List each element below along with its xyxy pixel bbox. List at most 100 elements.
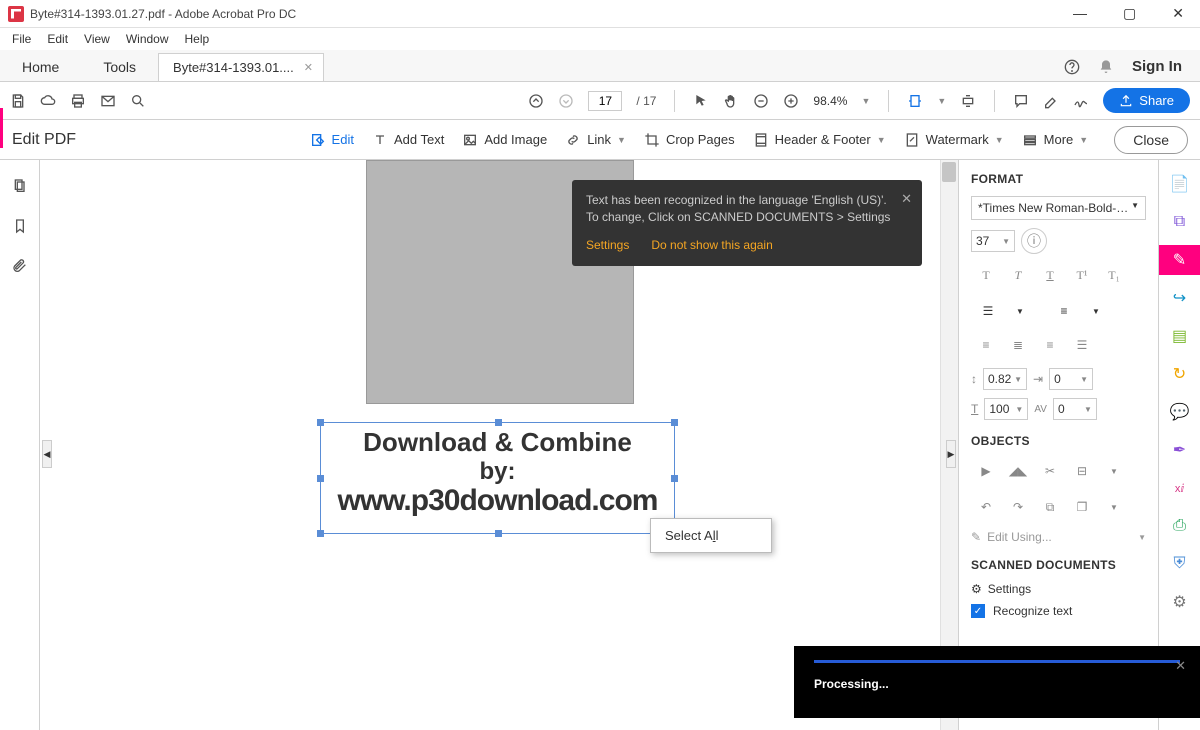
recognize-text-checkbox[interactable]: ✓ Recognize text: [971, 604, 1146, 618]
resize-handle[interactable]: [671, 419, 678, 426]
flip-h-icon[interactable]: ▶: [971, 458, 1001, 484]
maximize-button[interactable]: ▢: [1115, 3, 1144, 24]
arrange-caret[interactable]: ▼: [1099, 494, 1129, 520]
superscript-icon[interactable]: T¹: [1067, 262, 1097, 288]
flip-v-icon[interactable]: ◢◣: [1003, 458, 1033, 484]
font-size-input[interactable]: 37▼: [971, 230, 1015, 252]
tab-close-icon[interactable]: ✕: [304, 61, 313, 74]
selected-text-box[interactable]: Download & Combine by: www.p30download.c…: [320, 422, 675, 534]
collapse-right-icon[interactable]: ▶: [946, 440, 956, 468]
print-icon[interactable]: [70, 93, 86, 109]
menu-window[interactable]: Window: [120, 30, 175, 48]
resize-handle[interactable]: [317, 475, 324, 482]
send-comments-icon[interactable]: 💬: [1170, 402, 1190, 422]
page-down-icon[interactable]: [558, 93, 574, 109]
edit-using-caret[interactable]: ▼: [1138, 533, 1146, 542]
text-line-3[interactable]: www.p30download.com: [325, 484, 670, 518]
highlight-icon[interactable]: [1043, 93, 1059, 109]
header-footer-button[interactable]: Header & Footer▼: [747, 128, 892, 152]
comment-icon[interactable]: [1013, 93, 1029, 109]
menu-help[interactable]: Help: [179, 30, 216, 48]
optimize-icon[interactable]: ⎙: [1170, 516, 1190, 536]
bell-icon[interactable]: [1098, 59, 1114, 75]
combine-icon[interactable]: ⧉: [1170, 212, 1190, 232]
more-tools-icon[interactable]: ⚙: [1170, 592, 1190, 612]
fill-sign-icon[interactable]: ✒: [1170, 440, 1190, 460]
bullet-caret[interactable]: ▼: [1011, 298, 1029, 324]
tab-document[interactable]: Byte#314-1393.01.... ✕: [158, 53, 324, 81]
resize-handle[interactable]: [495, 419, 502, 426]
page-input[interactable]: [588, 91, 622, 111]
italic-icon[interactable]: T: [1003, 262, 1033, 288]
progress-close-icon[interactable]: ✕: [1175, 658, 1186, 674]
tab-home[interactable]: Home: [0, 53, 81, 81]
subscript-icon[interactable]: T₁: [1099, 262, 1129, 288]
watermark-button[interactable]: Watermark▼: [898, 128, 1010, 152]
close-edit-button[interactable]: Close: [1114, 126, 1188, 154]
sign-in-button[interactable]: Sign In: [1132, 58, 1182, 75]
menu-file[interactable]: File: [6, 30, 37, 48]
share-button[interactable]: Share: [1103, 88, 1190, 113]
hand-icon[interactable]: [723, 93, 739, 109]
zoom-caret-icon[interactable]: ▼: [861, 96, 870, 106]
info-icon[interactable]: ⓘ: [1021, 228, 1047, 254]
protect-icon[interactable]: ⛨: [1170, 554, 1190, 574]
underline-icon[interactable]: T: [1035, 262, 1065, 288]
bullet-list-icon[interactable]: ☰: [971, 298, 1005, 324]
page-up-icon[interactable]: [528, 93, 544, 109]
resize-handle[interactable]: [495, 530, 502, 537]
resize-handle[interactable]: [317, 530, 324, 537]
align-justify-icon[interactable]: ☰: [1067, 332, 1097, 358]
line-spacing-input[interactable]: 0.82▼: [983, 368, 1027, 390]
notification-close-icon[interactable]: ✕: [901, 190, 912, 209]
zoom-level[interactable]: 98.4%: [813, 94, 847, 108]
search-icon[interactable]: [130, 93, 146, 109]
add-image-button[interactable]: Add Image: [456, 128, 553, 152]
indent-input[interactable]: 0▼: [1049, 368, 1093, 390]
minimize-button[interactable]: —: [1065, 3, 1095, 24]
create-pdf-icon[interactable]: 📄: [1170, 174, 1190, 194]
text-line-1[interactable]: Download & Combine: [325, 427, 670, 458]
pointer-icon[interactable]: [693, 93, 709, 109]
edit-pdf-icon[interactable]: ✎: [1159, 245, 1200, 275]
align-center-icon[interactable]: ≣: [1003, 332, 1033, 358]
align-right-icon[interactable]: ≡: [1035, 332, 1065, 358]
resize-handle[interactable]: [317, 419, 324, 426]
tab-tools[interactable]: Tools: [81, 53, 158, 81]
link-button[interactable]: Link▼: [559, 128, 632, 152]
menu-select-all[interactable]: Select All: [651, 524, 771, 547]
crop-button[interactable]: Crop Pages: [638, 128, 741, 152]
menu-edit[interactable]: Edit: [41, 30, 74, 48]
regular-icon[interactable]: T: [971, 262, 1001, 288]
arrange-icon[interactable]: ❐: [1067, 494, 1097, 520]
resize-handle[interactable]: [671, 475, 678, 482]
view-caret-icon[interactable]: ▼: [937, 96, 946, 106]
zoom-in-icon[interactable]: [783, 93, 799, 109]
scanned-settings[interactable]: ⚙ Settings: [971, 582, 1146, 596]
mail-icon[interactable]: [100, 93, 116, 109]
save-icon[interactable]: [10, 93, 26, 109]
more-button[interactable]: More▼: [1016, 128, 1095, 152]
notification-settings-link[interactable]: Settings: [586, 237, 629, 254]
rotate-cw-icon[interactable]: ↷: [1003, 494, 1033, 520]
rotate-icon[interactable]: ↻: [1170, 364, 1190, 384]
cloud-icon[interactable]: [40, 93, 56, 109]
zoom-out-icon[interactable]: [753, 93, 769, 109]
font-select[interactable]: *Times New Roman-Bold-216▼: [971, 196, 1146, 220]
scroll-icon[interactable]: [960, 93, 976, 109]
scroll-thumb[interactable]: [942, 162, 956, 182]
close-window-button[interactable]: ✕: [1164, 3, 1192, 24]
number-list-icon[interactable]: ≡: [1047, 298, 1081, 324]
organize-icon[interactable]: ▤: [1170, 326, 1190, 346]
attachment-icon[interactable]: [12, 258, 28, 274]
menu-view[interactable]: View: [78, 30, 116, 48]
number-caret[interactable]: ▼: [1087, 298, 1105, 324]
text-line-2[interactable]: by:: [325, 458, 670, 486]
collapse-left-icon[interactable]: ◀: [42, 440, 52, 468]
add-text-button[interactable]: Add Text: [366, 128, 450, 152]
fit-width-icon[interactable]: [907, 93, 923, 109]
crop-obj-icon[interactable]: ✂: [1035, 458, 1065, 484]
notification-dontshow-link[interactable]: Do not show this again: [651, 237, 772, 254]
align-obj-icon[interactable]: ⊟: [1067, 458, 1097, 484]
char-spacing-input[interactable]: 0▼: [1053, 398, 1097, 420]
